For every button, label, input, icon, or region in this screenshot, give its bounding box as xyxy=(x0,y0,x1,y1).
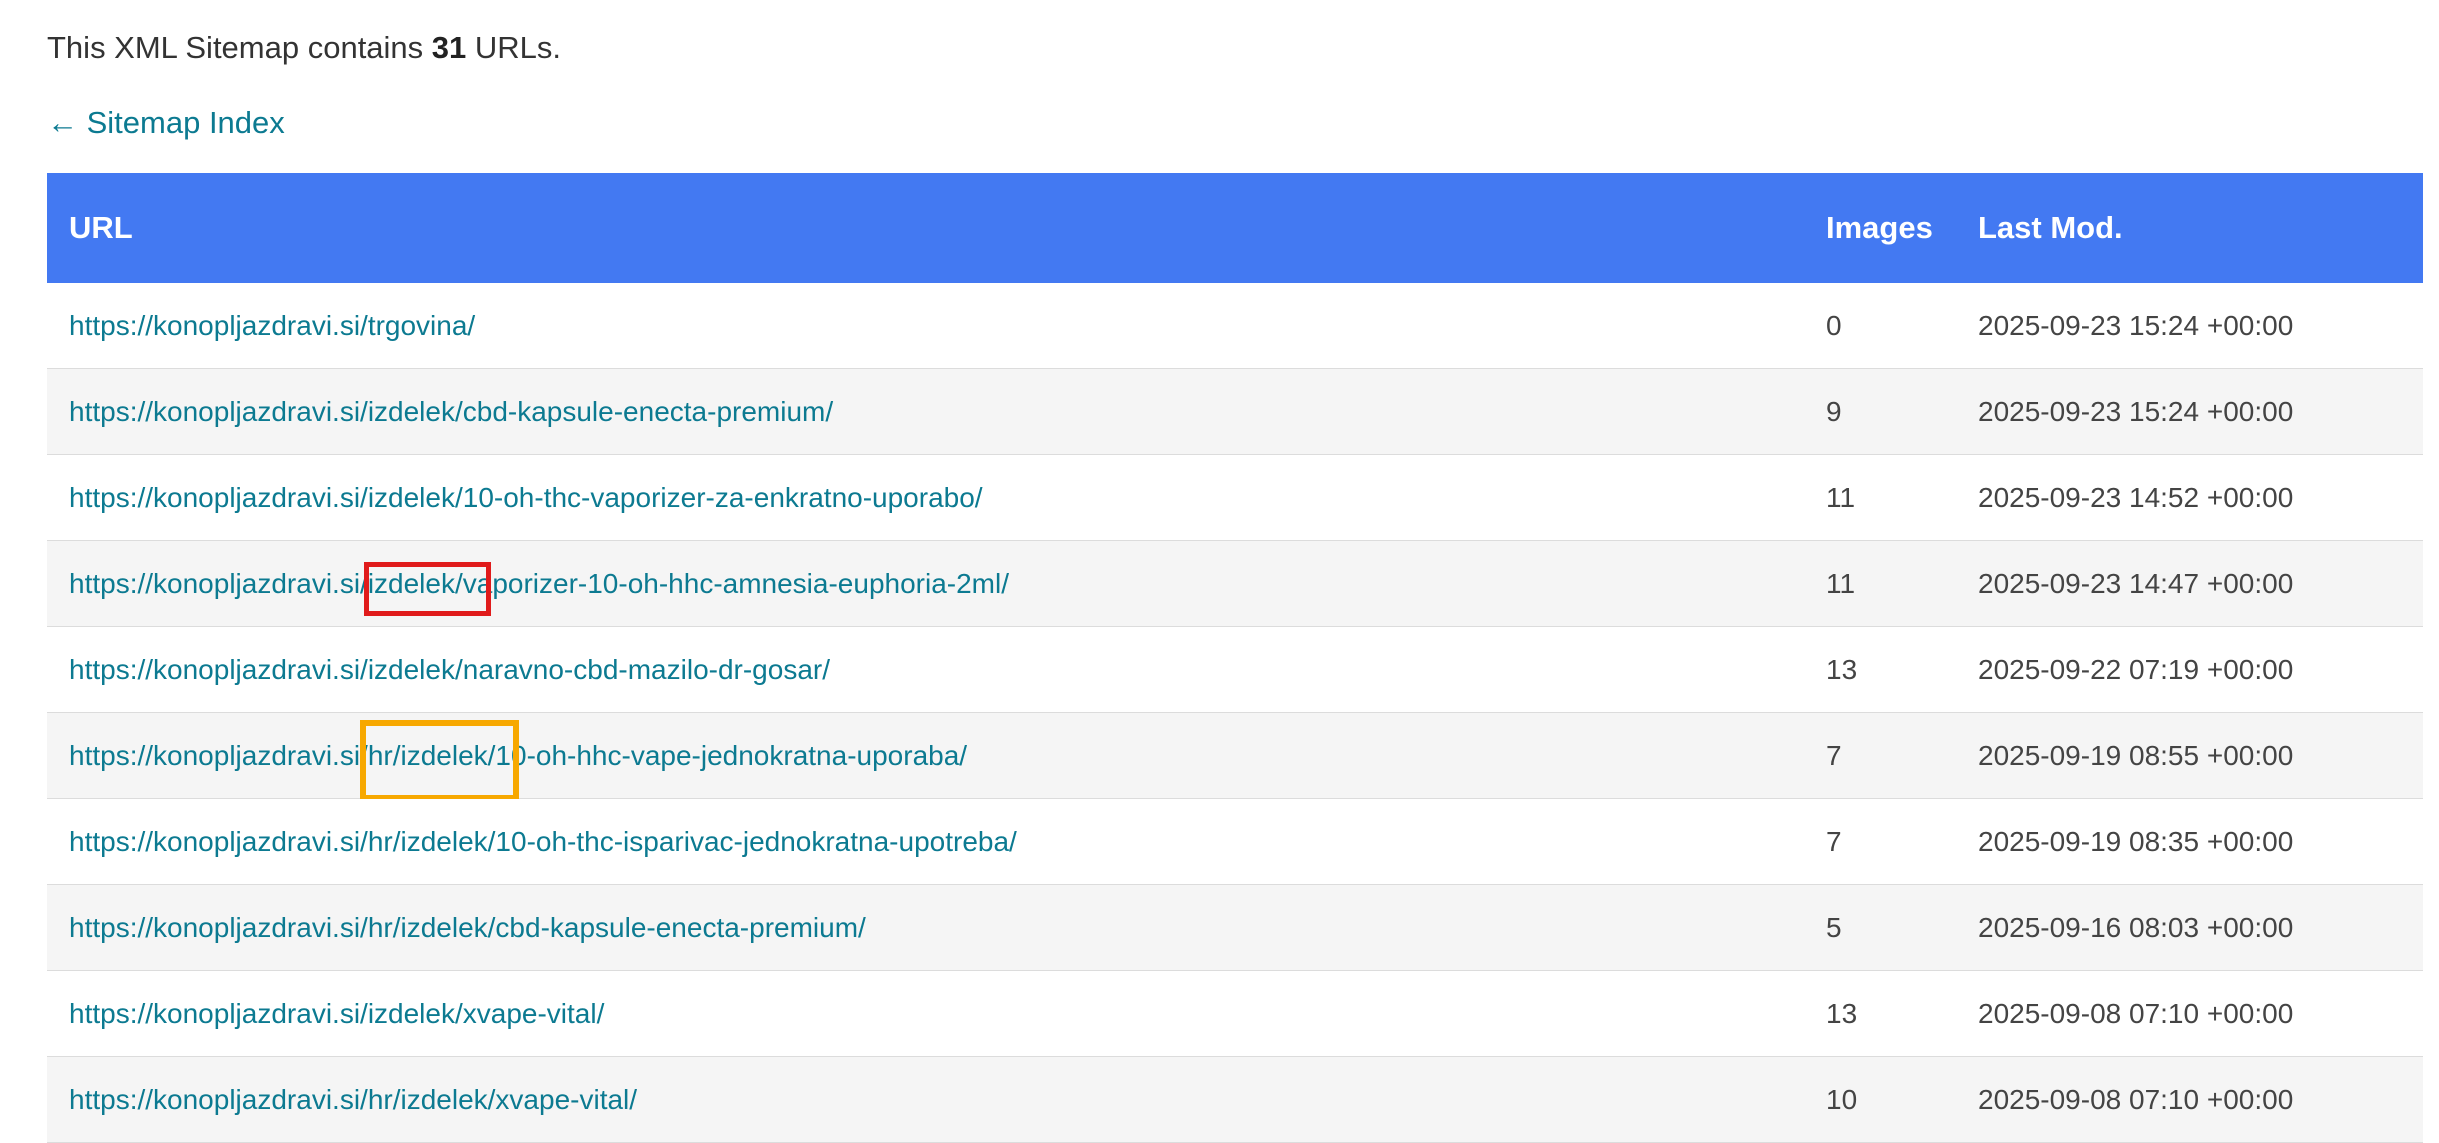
summary-suffix: URLs. xyxy=(466,30,562,65)
row-url-link[interactable]: https://konopljazdravi.si/hr/izdelek/10-… xyxy=(69,713,967,798)
row-url-link[interactable]: https://konopljazdravi.si/hr/izdelek/10-… xyxy=(69,799,1017,884)
sitemap-summary: This XML Sitemap contains 31 URLs. xyxy=(47,28,561,68)
row-last-mod: 2025-09-22 07:19 +00:00 xyxy=(1978,654,2294,685)
table-row: https://konopljazdravi.si/izdelek/naravn… xyxy=(47,627,2423,713)
row-url-link[interactable]: https://konopljazdravi.si/trgovina/ xyxy=(69,283,475,368)
row-images-count: 0 xyxy=(1826,310,1842,341)
table-header: URL Images Last Mod. xyxy=(47,173,2423,283)
row-last-mod: 2025-09-23 15:24 +00:00 xyxy=(1978,310,2294,341)
row-images-count: 9 xyxy=(1826,396,1842,427)
row-last-mod: 2025-09-23 14:52 +00:00 xyxy=(1978,482,2294,513)
row-images-count: 11 xyxy=(1826,568,1856,599)
table-row: https://konopljazdravi.si/hr/izdelek/10-… xyxy=(47,713,2423,801)
row-images-count: 5 xyxy=(1826,912,1842,943)
row-images-count: 10 xyxy=(1826,1084,1858,1115)
row-images-count: 11 xyxy=(1826,482,1856,513)
table-row: https://konopljazdravi.si/hr/izdelek/cbd… xyxy=(47,885,2423,971)
row-url-link[interactable]: https://konopljazdravi.si/izdelek/cbd-ka… xyxy=(69,369,833,454)
header-images: Images xyxy=(1826,210,1933,245)
row-url-link[interactable]: https://konopljazdravi.si/hr/izdelek/cbd… xyxy=(69,885,866,970)
row-url-link[interactable]: https://konopljazdravi.si/izdelek/xvape-… xyxy=(69,971,604,1056)
table-body: https://konopljazdravi.si/trgovina/ 0 20… xyxy=(47,283,2423,1143)
table-row: https://konopljazdravi.si/hr/izdelek/xva… xyxy=(47,1057,2423,1143)
row-last-mod: 2025-09-08 07:10 +00:00 xyxy=(1978,998,2294,1029)
header-url: URL xyxy=(69,210,133,245)
table-row: https://konopljazdravi.si/izdelek/xvape-… xyxy=(47,971,2423,1057)
table-row: https://konopljazdravi.si/hr/izdelek/10-… xyxy=(47,799,2423,885)
summary-prefix: This XML Sitemap contains xyxy=(47,30,432,65)
sitemap-index-link[interactable]: ← Sitemap Index xyxy=(47,103,285,143)
table-row: https://konopljazdravi.si/trgovina/ 0 20… xyxy=(47,283,2423,369)
row-images-count: 13 xyxy=(1826,654,1858,685)
row-last-mod: 2025-09-16 08:03 +00:00 xyxy=(1978,912,2294,943)
table-row: https://konopljazdravi.si/izdelek/vapori… xyxy=(47,541,2423,627)
row-url-link[interactable]: https://konopljazdravi.si/izdelek/10-oh-… xyxy=(69,455,983,540)
table-row: https://konopljazdravi.si/izdelek/cbd-ka… xyxy=(47,369,2423,455)
row-last-mod: 2025-09-08 07:10 +00:00 xyxy=(1978,1084,2294,1115)
row-url-link[interactable]: https://konopljazdravi.si/hr/izdelek/xva… xyxy=(69,1057,637,1142)
row-images-count: 7 xyxy=(1826,740,1842,771)
header-last-mod: Last Mod. xyxy=(1978,210,2123,245)
row-url-link[interactable]: https://konopljazdravi.si/izdelek/vapori… xyxy=(69,541,1009,626)
row-last-mod: 2025-09-23 15:24 +00:00 xyxy=(1978,396,2294,427)
table-row: https://konopljazdravi.si/izdelek/10-oh-… xyxy=(47,455,2423,541)
url-count: 31 xyxy=(431,30,467,65)
sitemap-table: URL Images Last Mod. https://konopljazdr… xyxy=(47,173,2423,1143)
row-images-count: 7 xyxy=(1826,826,1842,857)
row-last-mod: 2025-09-19 08:35 +00:00 xyxy=(1978,826,2294,857)
row-images-count: 13 xyxy=(1826,998,1858,1029)
row-last-mod: 2025-09-19 08:55 +00:00 xyxy=(1978,740,2294,771)
row-url-link[interactable]: https://konopljazdravi.si/izdelek/naravn… xyxy=(69,627,830,712)
row-last-mod: 2025-09-23 14:47 +00:00 xyxy=(1978,568,2294,599)
